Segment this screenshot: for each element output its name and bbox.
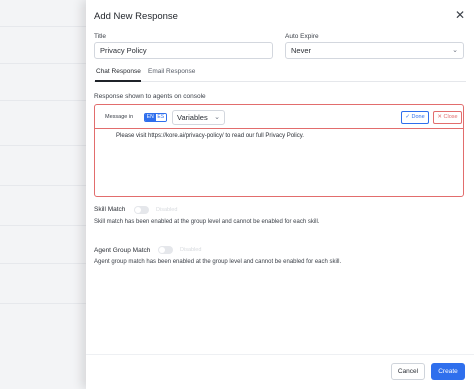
skill-match-toggle[interactable] [134,206,149,214]
close-editor-button[interactable]: ✕ Close [433,111,462,124]
done-button[interactable]: ✓ Done [401,111,429,124]
auto-expire-label: Auto Expire [285,33,319,40]
background-row-divider [0,303,86,304]
title-label: Title [94,33,107,40]
cancel-button[interactable]: Cancel [391,363,425,380]
create-button[interactable]: Create [431,363,465,380]
agent-group-match-toggle[interactable] [158,246,173,254]
done-label: Done [411,114,425,120]
tab-chat-response[interactable]: Chat Response [96,68,141,75]
active-tab-indicator [95,80,141,82]
background-row-divider [0,145,86,146]
agent-group-match-title: Agent Group Match [94,247,151,254]
auto-expire-select[interactable]: Never ⌄ [285,42,464,59]
close-icon[interactable]: ✕ [453,8,467,22]
close-icon: ✕ [437,114,442,120]
message-in-label: Message in [105,114,134,120]
variables-label: Variables [177,113,208,122]
editor-content-text: Please visit https://kore.ai/privacy-pol… [116,133,304,139]
toggle-knob [159,247,165,253]
add-response-drawer: Add New Response ✕ Title Privacy Policy … [86,0,474,389]
auto-expire-value: Never [291,46,312,55]
response-section-label: Response shown to agents on console [94,93,206,100]
footer-divider [86,354,474,355]
response-editor: Message in EN ES Variables ⌄ ✓ Done ✕ Cl… [94,104,464,197]
agent-group-match-toggle-label: Disabled [180,247,202,253]
language-toggle: EN ES [144,113,167,122]
language-option-en[interactable]: EN [145,114,156,121]
language-option-es[interactable]: ES [155,114,166,121]
editor-content-area[interactable]: Please visit https://kore.ai/privacy-pol… [95,129,463,196]
title-input[interactable]: Privacy Policy [94,42,273,59]
background-row-divider [0,225,86,226]
check-icon: ✓ [405,114,410,120]
background-row-divider [0,26,86,27]
toggle-knob [135,207,141,213]
background-row-divider [0,185,86,186]
chevron-down-icon: ⌄ [214,114,220,121]
background-row-divider [0,100,86,101]
tabs-divider [94,81,466,82]
skill-match-description: Skill match has been enabled at the grou… [94,219,320,225]
background-row-divider [0,263,86,264]
skill-match-toggle-label: Disabled [156,207,178,213]
variables-dropdown[interactable]: Variables ⌄ [172,110,225,125]
tab-email-response[interactable]: Email Response [148,68,195,75]
agent-group-match-description: Agent group match has been enabled at th… [94,259,342,265]
drawer-title: Add New Response [94,11,178,22]
skill-match-title: Skill Match [94,206,126,213]
title-input-value: Privacy Policy [100,46,147,55]
close-label: Close [443,114,458,120]
background-page [0,0,86,389]
background-row-divider [0,63,86,64]
chevron-down-icon: ⌄ [452,47,458,54]
editor-toolbar: Message in EN ES Variables ⌄ ✓ Done ✕ Cl… [95,105,463,129]
